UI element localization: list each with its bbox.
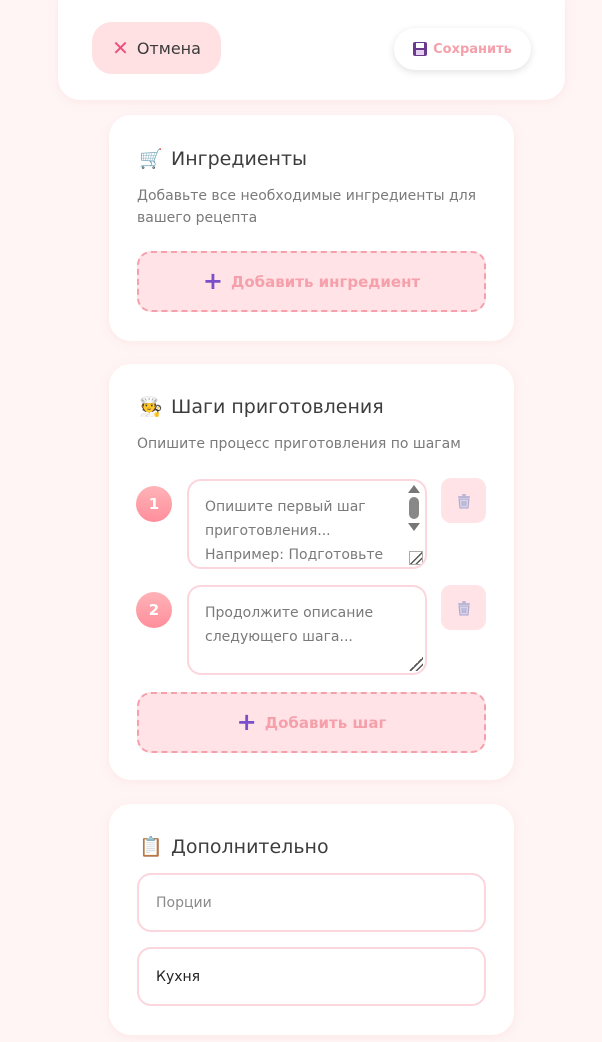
step-placeholder: Опишите первый шаг приготовления... Напр… (205, 499, 384, 563)
scroll-thumb[interactable] (409, 497, 419, 519)
form-action-bar: ✕ Отмена Сохранить (58, 0, 565, 100)
steps-title: 🧑‍🍳 Шаги приготовления (139, 395, 384, 419)
cancel-label: Отмена (136, 38, 201, 58)
extra-title: 📋 Дополнительно (139, 835, 329, 859)
save-label: Сохранить (433, 41, 512, 57)
delete-step-button[interactable] (441, 585, 486, 630)
plus-icon: + (202, 266, 223, 295)
save-button[interactable]: Сохранить (394, 28, 531, 70)
trash-icon (457, 600, 470, 615)
trash-icon (457, 493, 470, 508)
add-ingredient-label: Добавить ингредиент (230, 272, 421, 291)
textarea-scrollbar[interactable] (407, 485, 421, 547)
ingredients-card: 🛒 Ингредиенты Добавьте все необходимые и… (109, 115, 514, 341)
cuisine-input[interactable]: Кухня (137, 947, 486, 1006)
step-number-badge: 1 (136, 486, 172, 522)
cancel-button[interactable]: ✕ Отмена (92, 22, 221, 74)
step-textarea[interactable]: Продолжите описание следующего шага... (187, 585, 427, 675)
servings-placeholder: Порции (156, 894, 212, 911)
shopping-cart-icon: 🛒 (139, 148, 163, 170)
steps-title-text: Шаги приготовления (171, 395, 384, 418)
plus-icon: + (236, 707, 257, 736)
cuisine-value: Кухня (156, 968, 201, 985)
steps-description: Опишите процесс приготовления по шагам (137, 436, 461, 452)
chef-icon: 🧑‍🍳 (139, 396, 163, 418)
clipboard-icon: 📋 (139, 836, 163, 858)
resize-handle-icon[interactable] (409, 657, 423, 671)
servings-input[interactable]: Порции (137, 873, 486, 932)
ingredients-description: Добавьте все необходимые ингредиенты для… (137, 188, 477, 226)
steps-card: 🧑‍🍳 Шаги приготовления Опишите процесс п… (109, 364, 514, 780)
extra-card: 📋 Дополнительно Порции Кухня (109, 804, 514, 1035)
resize-handle-icon[interactable] (409, 551, 423, 565)
add-ingredient-button[interactable]: + Добавить ингредиент (137, 251, 486, 312)
step-number-badge: 2 (136, 592, 172, 628)
scroll-down-icon[interactable] (408, 523, 420, 531)
ingredients-title: 🛒 Ингредиенты (139, 147, 308, 171)
add-step-label: Добавить шаг (264, 713, 387, 732)
floppy-disk-icon (413, 42, 428, 56)
close-icon: ✕ (112, 36, 129, 60)
step-placeholder: Продолжите описание следующего шага... (205, 605, 374, 645)
scroll-up-icon[interactable] (408, 485, 420, 493)
ingredients-title-text: Ингредиенты (171, 147, 308, 170)
add-step-button[interactable]: + Добавить шаг (137, 692, 486, 753)
delete-step-button[interactable] (441, 478, 486, 523)
step-textarea[interactable]: Опишите первый шаг приготовления... Напр… (187, 479, 427, 569)
extra-title-text: Дополнительно (171, 835, 329, 858)
